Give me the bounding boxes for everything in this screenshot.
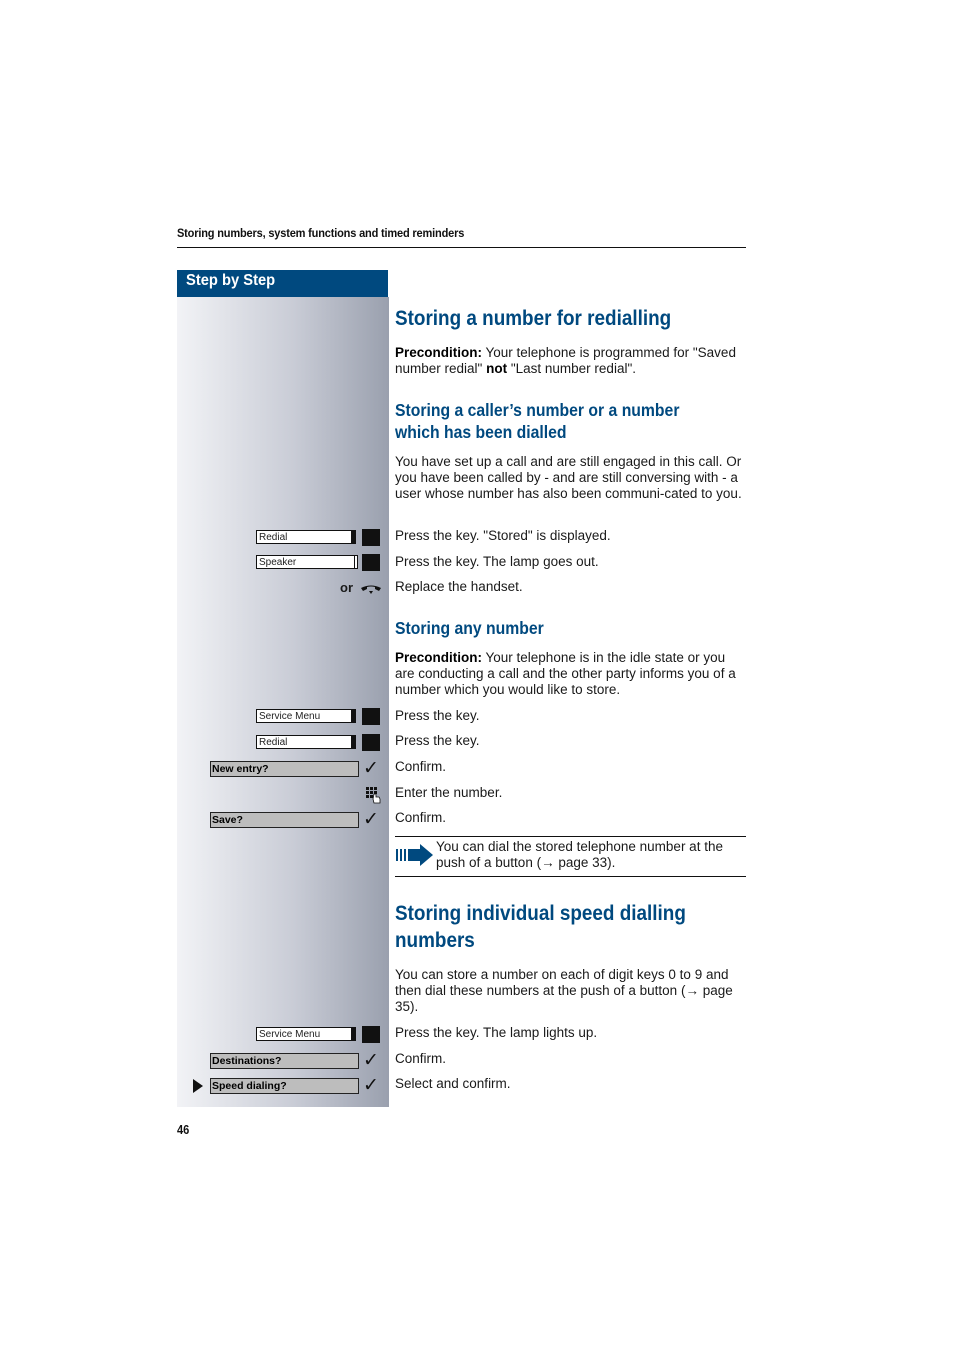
key-button[interactable] — [362, 708, 380, 725]
confirm-check-icon[interactable]: ✓ — [363, 1051, 379, 1070]
or-label: or — [340, 580, 353, 595]
step-text: Confirm. — [395, 1051, 447, 1066]
step-by-step-title: Step by Step — [186, 272, 276, 289]
redial-key[interactable]: Redial — [256, 530, 356, 544]
precondition-label: Precondition: — [395, 345, 482, 360]
header-rule — [177, 247, 746, 248]
precondition-label: Precondition: — [395, 650, 482, 665]
intro-callers-number: You have set up a call and are still eng… — [395, 454, 742, 501]
display-destinations[interactable]: Destinations? — [210, 1053, 359, 1069]
key-button[interactable] — [362, 734, 380, 751]
redial-key[interactable]: Redial — [256, 735, 356, 749]
confirm-check-icon[interactable]: ✓ — [363, 1076, 379, 1095]
running-head: Storing numbers, system functions and ti… — [177, 226, 465, 240]
handset-down-icon — [360, 583, 382, 601]
step-text: Confirm. — [395, 810, 447, 825]
step-text: Press the key. "Stored" is displayed. — [395, 528, 611, 543]
section-title-speed-dialling: Storing individual speed dialling number… — [395, 902, 686, 952]
step-text: Replace the handset. — [395, 579, 523, 594]
step-text: Select and confirm. — [395, 1076, 511, 1091]
key-button[interactable] — [362, 554, 380, 571]
section-title-redialling: Storing a number for redialling — [395, 307, 672, 330]
step-text: Enter the number. — [395, 785, 503, 800]
precondition-redialling: Precondition: Your telephone is programm… — [395, 345, 736, 376]
select-arrow-icon — [193, 1079, 203, 1093]
tip-text: You can dial the stored telephone number… — [436, 839, 723, 870]
keypad-icon — [365, 786, 381, 809]
speaker-key[interactable]: Speaker — [256, 555, 358, 569]
tip-arrow-icon — [396, 844, 434, 871]
key-button[interactable] — [362, 529, 380, 546]
section-title-callers-number: Storing a caller’s number or a number wh… — [395, 400, 680, 442]
section-title-any-number: Storing any number — [395, 618, 544, 638]
tip-rule-bottom — [395, 876, 746, 877]
confirm-check-icon[interactable]: ✓ — [363, 810, 379, 829]
step-text: Press the key. — [395, 708, 480, 723]
service-menu-key[interactable]: Service Menu — [256, 1027, 356, 1041]
confirm-check-icon[interactable]: ✓ — [363, 759, 379, 778]
display-speed-dialing[interactable]: Speed dialing? — [210, 1078, 359, 1094]
step-text: Press the key. The lamp goes out. — [395, 554, 599, 569]
intro-speed-dialling: You can store a number on each of digit … — [395, 967, 733, 1014]
display-new-entry[interactable]: New entry? — [210, 761, 359, 777]
step-text: Press the key. — [395, 733, 480, 748]
key-button[interactable] — [362, 1026, 380, 1043]
precondition-any-number: Precondition: Your telephone is in the i… — [395, 650, 736, 697]
step-text: Press the key. The lamp lights up. — [395, 1025, 598, 1040]
tip-rule-top — [395, 836, 746, 837]
page-number: 46 — [177, 1122, 190, 1137]
step-sidebar — [177, 297, 389, 1107]
step-text: Confirm. — [395, 759, 447, 774]
display-save[interactable]: Save? — [210, 812, 359, 828]
service-menu-key[interactable]: Service Menu — [256, 709, 356, 723]
